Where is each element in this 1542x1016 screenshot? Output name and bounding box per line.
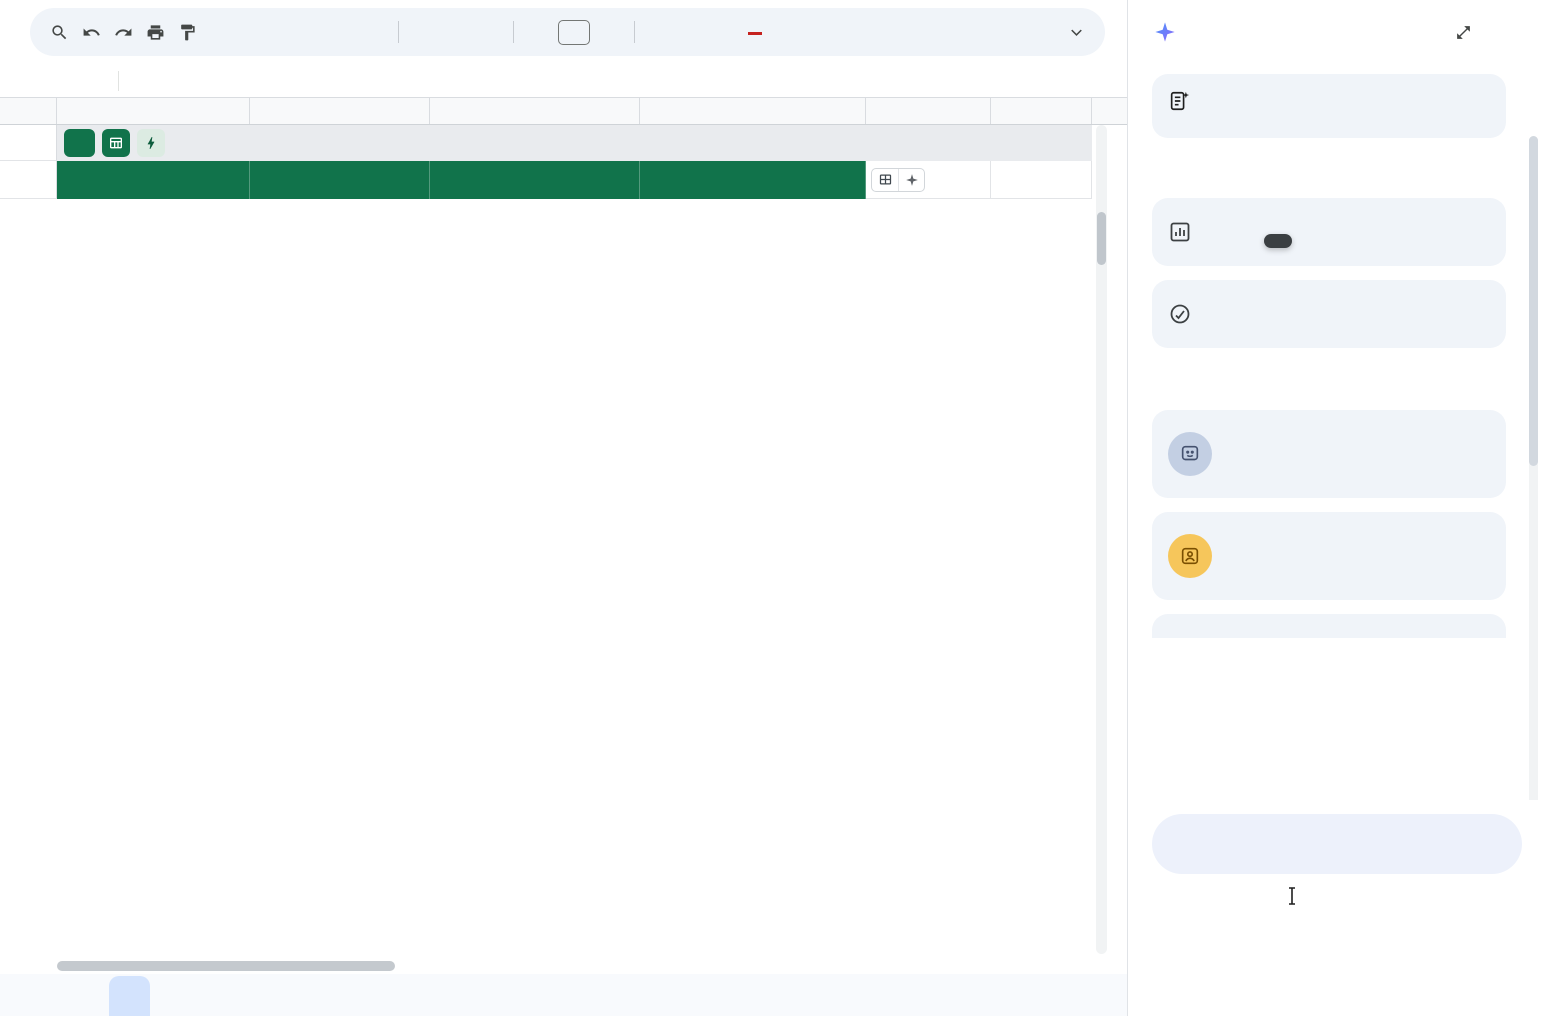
gemini-disclaimer (1152, 894, 1522, 915)
font-size-input[interactable] (558, 20, 590, 45)
spreadsheet-pane (0, 0, 1127, 1016)
gem-outreach-specialist[interactable] (1152, 512, 1506, 600)
scrollbar-thumb[interactable] (1097, 212, 1106, 265)
column-headers (0, 98, 1127, 125)
more-options-icon[interactable] (1402, 15, 1436, 49)
summary-icon (1168, 90, 1190, 112)
toolbar-separator (513, 21, 514, 43)
column-header-d[interactable] (640, 98, 866, 124)
expand-icon[interactable] (1446, 15, 1480, 49)
formula-bar (0, 64, 1127, 98)
gem-sentiment-analyzer[interactable] (1152, 410, 1506, 498)
add-column-icon[interactable] (872, 169, 898, 191)
outreach-specialist-icon (1168, 534, 1212, 578)
table-toolbar-row (0, 125, 1127, 161)
italic-button[interactable] (676, 17, 706, 47)
bold-button[interactable] (644, 17, 674, 47)
paint-format-button[interactable] (172, 17, 202, 47)
cell-f1[interactable] (991, 161, 1092, 199)
chart-icon (1168, 220, 1192, 244)
scroll-arrows (1079, 958, 1091, 974)
row-header[interactable] (0, 125, 57, 161)
decrease-font-size-button[interactable] (523, 17, 553, 47)
table-toolbar-band (57, 125, 1092, 161)
column-header-a[interactable] (57, 98, 250, 124)
header-salesperson-name[interactable] (57, 161, 250, 199)
currency-format-button[interactable] (231, 17, 261, 47)
toolbar (30, 8, 1105, 56)
header-sales-region[interactable] (250, 161, 430, 199)
sentiment-analyzer-icon (1168, 432, 1212, 476)
sheet-tab-project-silk-tracker[interactable] (62, 974, 103, 1016)
decrease-decimal-button[interactable] (295, 17, 325, 47)
column-header-c[interactable] (430, 98, 640, 124)
header-achievement[interactable] (430, 161, 640, 199)
toolbar-wrap (0, 0, 1127, 64)
strikethrough-button[interactable] (708, 17, 738, 47)
horizontal-scrollbar[interactable] (0, 958, 1127, 974)
more-gems-tooltip (1264, 234, 1292, 248)
row-header[interactable] (0, 161, 57, 199)
percent-format-button[interactable] (263, 17, 293, 47)
search-icon[interactable] (44, 17, 74, 47)
text-cursor (1286, 886, 1298, 906)
number-format-button[interactable] (359, 17, 389, 47)
gems-section-row[interactable] (1152, 362, 1506, 410)
panel-scrollbar[interactable] (1529, 136, 1538, 800)
table-header-row (0, 161, 1127, 199)
cell-e1 (866, 161, 991, 199)
scrollbar-thumb[interactable] (57, 961, 395, 971)
increase-decimal-button[interactable] (327, 17, 357, 47)
suggestion-generate-chart[interactable] (1152, 198, 1506, 266)
gemini-spark-icon (1154, 21, 1176, 43)
vertical-scrollbar[interactable] (1096, 125, 1107, 954)
column-header-f[interactable] (991, 98, 1092, 124)
gemini-content (1128, 64, 1542, 800)
insights-icon (1168, 302, 1192, 326)
sheet-tab-seller-status[interactable] (109, 976, 150, 1016)
suggestion-analyze-insights[interactable] (1152, 280, 1506, 348)
gem-sales-pitch-ideator[interactable] (1152, 614, 1506, 638)
gemini-panel (1127, 0, 1542, 1016)
toolbar-separator (398, 21, 399, 43)
see-what-gemini-can-do[interactable] (1152, 150, 1506, 198)
zoom-select[interactable] (204, 17, 229, 47)
toolbar-separator (634, 21, 635, 43)
gemini-spark-icon[interactable] (898, 169, 924, 191)
header-team-status[interactable] (640, 161, 866, 199)
text-color-button[interactable] (740, 17, 770, 47)
undo-button[interactable] (76, 17, 106, 47)
divider (118, 71, 119, 91)
table-view-icon[interactable] (102, 129, 130, 157)
font-select[interactable] (408, 17, 504, 47)
collapse-toolbar-icon[interactable] (1061, 17, 1091, 47)
redo-button[interactable] (108, 17, 138, 47)
select-all-corner[interactable] (0, 98, 57, 124)
text-color-swatch (748, 32, 762, 35)
gemini-header (1128, 0, 1542, 64)
table-tools (871, 168, 925, 192)
prompt-input[interactable] (1152, 814, 1522, 874)
close-icon[interactable] (1490, 15, 1524, 49)
gemini-prompt-area (1128, 800, 1542, 1016)
sheet-tabs-bar (0, 974, 1127, 1016)
table-name-chip[interactable] (64, 129, 95, 157)
increase-font-size-button[interactable] (595, 17, 625, 47)
column-header-b[interactable] (250, 98, 430, 124)
table-autofill-icon[interactable] (137, 129, 165, 157)
scrollbar-thumb[interactable] (1529, 136, 1538, 466)
summary-card (1152, 74, 1506, 138)
spreadsheet-grid (0, 98, 1127, 958)
print-button[interactable] (140, 17, 170, 47)
column-header-e[interactable] (866, 98, 991, 124)
